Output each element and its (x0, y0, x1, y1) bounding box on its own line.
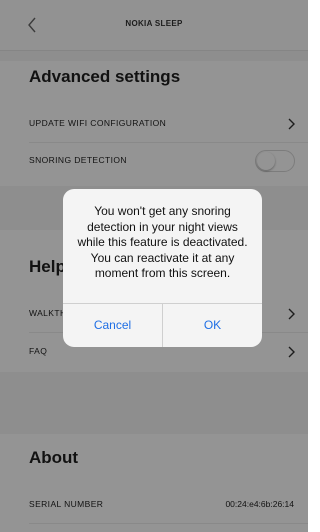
alert-message: You won't get any snoring detection in y… (77, 204, 248, 280)
alert-dialog: You won't get any snoring detection in y… (63, 189, 262, 347)
cancel-button[interactable]: Cancel (63, 304, 162, 347)
ok-button[interactable]: OK (163, 304, 262, 347)
